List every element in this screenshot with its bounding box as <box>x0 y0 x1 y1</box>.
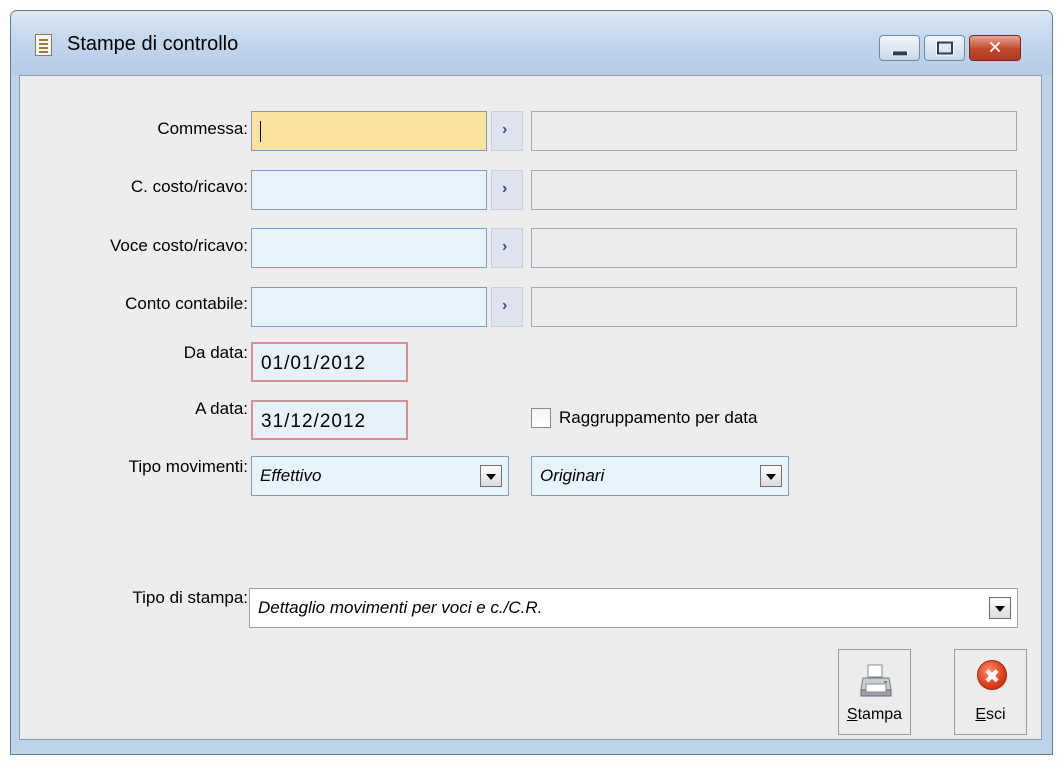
a-data-input[interactable]: 31/12/2012 <box>251 400 408 440</box>
text-caret <box>260 121 261 142</box>
minimize-icon <box>891 50 908 57</box>
da-data-label: Da data: <box>183 343 248 362</box>
chevron-down-icon[interactable] <box>480 465 502 487</box>
esci-label: Esci <box>975 706 1006 723</box>
main-window: Stampe di controllo ✕ Commessa: › C. cos… <box>10 10 1053 755</box>
da-data-input[interactable]: 01/01/2012 <box>251 342 408 382</box>
printer-icon <box>860 664 892 697</box>
costo-ricavo-description <box>531 170 1017 210</box>
commessa-label: Commessa: <box>157 119 248 138</box>
tipo-movimenti-label: Tipo movimenti: <box>128 457 248 476</box>
voce-zoom-button[interactable]: › <box>491 228 523 268</box>
costo-ricavo-label: C. costo/ricavo: <box>130 177 248 196</box>
tipo-stampa-select[interactable]: Dettaglio movimenti per voci e c./C.R. <box>249 588 1018 628</box>
close-icon: ✕ <box>987 37 1003 59</box>
commessa-input[interactable] <box>251 111 487 151</box>
origine-value: Originari <box>540 466 605 485</box>
voce-input[interactable] <box>251 228 487 268</box>
exit-icon: ✖ <box>977 660 1007 690</box>
tipo-movimenti-value: Effettivo <box>260 466 322 485</box>
conto-input[interactable] <box>251 287 487 327</box>
raggruppamento-label: Raggruppamento per data <box>559 408 758 427</box>
stampa-label: Stampa <box>846 706 903 723</box>
chevron-right-icon: › <box>502 180 508 197</box>
chevron-right-icon: › <box>502 238 508 255</box>
chevron-down-icon[interactable] <box>760 465 782 487</box>
conto-zoom-button[interactable]: › <box>491 287 523 327</box>
document-icon <box>35 34 52 56</box>
voce-label: Voce costo/ricavo: <box>110 236 248 255</box>
costo-ricavo-input[interactable] <box>251 170 487 210</box>
commessa-description <box>531 111 1017 151</box>
title-bar[interactable]: Stampe di controllo ✕ <box>11 11 1052 75</box>
maximize-icon <box>935 40 954 56</box>
maximize-button[interactable] <box>924 35 965 61</box>
chevron-right-icon: › <box>502 121 508 138</box>
minimize-button[interactable] <box>879 35 920 61</box>
origine-select[interactable]: Originari <box>531 456 789 496</box>
window-title: Stampe di controllo <box>67 33 239 55</box>
conto-label: Conto contabile: <box>125 294 248 313</box>
a-data-label: A data: <box>195 399 248 418</box>
chevron-down-icon[interactable] <box>989 597 1011 619</box>
form-area: Commessa: › C. costo/ricavo: › Voce cost… <box>19 75 1042 740</box>
stampa-button[interactable]: Stampa <box>838 649 911 735</box>
tipo-stampa-label: Tipo di stampa: <box>132 588 248 607</box>
esci-button[interactable]: ✖ Esci <box>954 649 1027 735</box>
voce-description <box>531 228 1017 268</box>
tipo-stampa-value: Dettaglio movimenti per voci e c./C.R. <box>258 598 543 617</box>
costo-ricavo-zoom-button[interactable]: › <box>491 170 523 210</box>
commessa-zoom-button[interactable]: › <box>491 111 523 151</box>
chevron-right-icon: › <box>502 297 508 314</box>
raggruppamento-checkbox[interactable] <box>531 408 551 428</box>
tipo-movimenti-select[interactable]: Effettivo <box>251 456 509 496</box>
conto-description <box>531 287 1017 327</box>
close-button[interactable]: ✕ <box>969 35 1021 61</box>
